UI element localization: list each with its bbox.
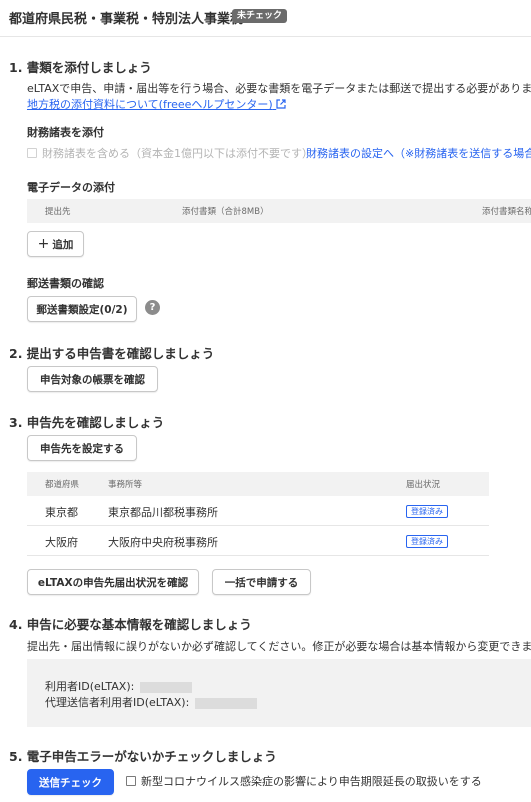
column-attachments: 添付書類（合計8MB） bbox=[182, 207, 269, 217]
mail-documents-settings-button[interactable]: 郵送書類設定(0/2) bbox=[27, 296, 137, 322]
section-1-title: 1. 書類を添付しましょう bbox=[9, 60, 152, 75]
proxy-user-id-label: 代理送信者利用者ID(eLTAX): bbox=[45, 696, 190, 709]
check-report-forms-button[interactable]: 申告対象の帳票を確認 bbox=[27, 366, 158, 392]
column-status: 届出状況 bbox=[406, 480, 441, 490]
question-icon[interactable]: ? bbox=[145, 300, 160, 315]
column-prefecture: 都道府県 bbox=[45, 480, 80, 490]
registration-status-badge: 登録済み bbox=[406, 535, 448, 548]
bulk-apply-button[interactable]: 一括で申請する bbox=[212, 569, 311, 595]
prefecture-cell: 大阪府 bbox=[45, 536, 78, 549]
office-cell: 大阪府中央府税事務所 bbox=[108, 536, 218, 549]
page-title: 都道府県民税・事業税・特別法人事業税 bbox=[9, 12, 244, 27]
column-attachment-name: 添付書類名称 bbox=[482, 207, 531, 217]
mail-documents-heading: 郵送書類の確認 bbox=[27, 277, 104, 290]
set-destination-button[interactable]: 申告先を設定する bbox=[27, 435, 137, 461]
covid-extension-label: 新型コロナウイルス感染症の影響により申告期限延長の取扱いをする bbox=[141, 775, 482, 788]
table-row: 東京都 東京都品川都税事務所 登録済み bbox=[27, 496, 489, 526]
user-id-label: 利用者ID(eLTAX): bbox=[45, 680, 135, 693]
section-1-description: eLTAXで申告、申請・届出等を行う場合、必要な書類を電子データまたは郵送で提出… bbox=[27, 82, 531, 95]
attachments-table-header: 提出先 添付書類（合計8MB） 添付書類名称 bbox=[27, 199, 531, 223]
financial-settings-link[interactable]: 財務諸表の設定へ（※財務諸表を送信する場合は必 bbox=[306, 145, 531, 161]
redacted-proxy-id bbox=[194, 697, 257, 709]
check-eltax-status-button[interactable]: eLTAXの申告先届出状況を確認 bbox=[27, 569, 199, 595]
send-check-button[interactable]: 送信チェック bbox=[27, 769, 114, 795]
add-attachment-label: 追加 bbox=[52, 238, 74, 251]
table-row: 大阪府 大阪府中央府税事務所 登録済み bbox=[27, 526, 489, 556]
redacted-user-id bbox=[139, 681, 192, 693]
section-5-title: 5. 電子申告エラーがないかチェックしましょう bbox=[9, 749, 277, 764]
section-2-title: 2. 提出する申告書を確認しましょう bbox=[9, 346, 215, 361]
external-link-icon bbox=[276, 99, 286, 109]
registration-status-badge: 登録済み bbox=[406, 505, 448, 518]
help-center-link-label: 地方税の添付資料について(freeeヘルプセンター) bbox=[27, 98, 273, 111]
section-3-title: 3. 申告先を確認しましょう bbox=[9, 415, 165, 430]
column-office: 事務所等 bbox=[108, 480, 143, 490]
office-cell: 東京都品川都税事務所 bbox=[108, 506, 218, 519]
covid-extension-checkbox[interactable] bbox=[126, 776, 136, 786]
section-4-title: 4. 申告に必要な基本情報を確認しましょう bbox=[9, 617, 252, 632]
plus-icon: + bbox=[37, 236, 50, 252]
page-header: 都道府県民税・事業税・特別法人事業税 未チェック bbox=[0, 0, 531, 37]
prefecture-cell: 東京都 bbox=[45, 506, 78, 519]
financial-statements-heading: 財務諸表を添付 bbox=[27, 126, 104, 139]
proxy-id-row: 代理送信者利用者ID(eLTAX): bbox=[45, 694, 257, 710]
column-submit-to: 提出先 bbox=[45, 207, 71, 217]
user-id-row: 利用者ID(eLTAX): bbox=[45, 678, 192, 694]
status-badge: 未チェック bbox=[232, 9, 288, 23]
basic-info-box: 利用者ID(eLTAX): 代理送信者利用者ID(eLTAX): bbox=[27, 659, 531, 727]
add-attachment-button[interactable]: + 追加 bbox=[27, 231, 84, 257]
destinations-table-header: 都道府県 事務所等 届出状況 bbox=[27, 472, 489, 496]
section-4-description: 提出先・届出情報に誤りがないか必ず確認してください。修正が必要な場合は基本情報か… bbox=[27, 640, 531, 653]
include-financial-statements-checkbox[interactable] bbox=[27, 148, 37, 158]
include-financial-statements-label: 財務諸表を含める（資本金1億円以下は添付不要です） bbox=[42, 147, 313, 160]
help-center-link[interactable]: 地方税の添付資料について(freeeヘルプセンター) bbox=[27, 96, 286, 112]
electronic-data-heading: 電子データの添付 bbox=[27, 181, 115, 194]
